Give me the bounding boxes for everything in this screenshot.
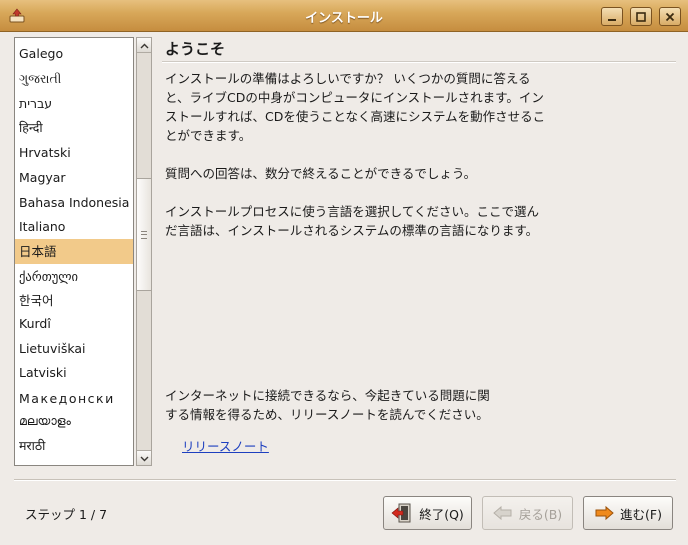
language-item-hebrew[interactable]: עברית bbox=[15, 91, 133, 116]
close-button[interactable] bbox=[659, 7, 681, 26]
release-line: インターネットに接続できるなら、今起きている問題に関 bbox=[165, 388, 490, 403]
language-item-hungarian[interactable]: Magyar bbox=[15, 165, 133, 190]
language-list[interactable]: Galego ગુજરાતી עברית हिन्दी Hrvatski Mag… bbox=[14, 37, 134, 466]
instruction-line: インストールプロセスに使う言語を選択してください。ここで選ん bbox=[165, 204, 540, 219]
chevron-up-icon bbox=[140, 38, 149, 52]
heading-divider bbox=[162, 61, 676, 63]
release-notes-link[interactable]: リリースノート bbox=[182, 436, 269, 455]
language-item-kurdish[interactable]: Kurdî bbox=[15, 311, 133, 336]
window-title: インストール bbox=[305, 11, 383, 26]
maximize-icon bbox=[636, 11, 646, 22]
language-item-croatian[interactable]: Hrvatski bbox=[15, 140, 133, 165]
welcome-line: と、ライブCDの中身がコンピュータにインストールされます。イン bbox=[165, 90, 544, 105]
back-button-label: 戻る(B) bbox=[518, 506, 563, 522]
next-button-label: 進む(F) bbox=[620, 506, 662, 522]
grip-icon bbox=[141, 230, 147, 239]
back-button-disabled[interactable]: 戻る(B) bbox=[482, 496, 573, 530]
language-item-lithuanian[interactable]: Lietuviškai bbox=[15, 336, 133, 361]
minimize-button[interactable] bbox=[601, 7, 623, 26]
page-heading: ようこそ bbox=[165, 40, 226, 58]
scroll-thumb[interactable] bbox=[137, 178, 151, 291]
instruction-line: だ言語は、インストールされるシステムの標準の言語になります。 bbox=[165, 223, 539, 238]
language-item-galego[interactable]: Galego bbox=[15, 41, 133, 66]
maximize-button[interactable] bbox=[630, 7, 652, 26]
language-item-marathi[interactable]: मराठी bbox=[15, 433, 133, 458]
language-item-latvian[interactable]: Latviski bbox=[15, 360, 133, 385]
quit-button[interactable]: 終了(Q) bbox=[383, 496, 472, 530]
chevron-down-icon bbox=[140, 451, 149, 465]
language-item-gujarati[interactable]: ગુજરાતી bbox=[15, 66, 133, 91]
welcome-paragraph: インストールの準備はよろしいですか？ いくつかの質問に答える と、ライブCDの中… bbox=[165, 69, 565, 145]
close-icon bbox=[665, 12, 675, 22]
welcome-line: インストールの準備はよろしいですか？ いくつかの質問に答える bbox=[165, 71, 531, 86]
next-button[interactable]: 進む(F) bbox=[583, 496, 673, 530]
welcome-line: とができます。 bbox=[165, 128, 252, 143]
language-item-japanese-selected[interactable]: 日本語 bbox=[15, 239, 133, 264]
release-line: する情報を得るため、リリースノートを読んでください。 bbox=[165, 407, 489, 422]
minimize-icon bbox=[607, 12, 617, 22]
duration-paragraph: 質問への回答は、数分で終えることができるでしょう。 bbox=[165, 166, 477, 181]
welcome-line: ストールすれば、CDを使うことなく高速にシステムを動作させるこ bbox=[165, 109, 546, 124]
language-item-malayalam[interactable]: മലയാളം bbox=[15, 408, 133, 433]
exit-door-icon bbox=[391, 502, 413, 524]
window-titlebar[interactable]: インストール bbox=[0, 0, 688, 32]
scroll-up-button[interactable] bbox=[137, 38, 151, 53]
language-instruction-paragraph: インストールプロセスに使う言語を選択してください。ここで選ん だ言語は、インスト… bbox=[165, 202, 565, 240]
language-item-korean[interactable]: 한국어 bbox=[15, 288, 133, 313]
step-indicator: ステップ 1 / 7 bbox=[25, 507, 108, 522]
arrow-left-icon bbox=[493, 505, 513, 521]
language-item-hindi[interactable]: हिन्दी bbox=[15, 115, 133, 140]
footer-separator bbox=[14, 479, 676, 481]
scroll-down-button[interactable] bbox=[137, 450, 151, 465]
language-list-scrollbar[interactable] bbox=[136, 37, 152, 466]
quit-button-label: 終了(Q) bbox=[419, 506, 464, 522]
language-item-indonesian[interactable]: Bahasa Indonesia bbox=[15, 190, 133, 215]
release-notes-paragraph: インターネットに接続できるなら、今起きている問題に関 する情報を得るため、リリー… bbox=[165, 386, 565, 424]
arrow-right-icon bbox=[594, 505, 614, 521]
language-item-georgian[interactable]: ქართული bbox=[15, 264, 133, 289]
language-item-italian[interactable]: Italiano bbox=[15, 214, 133, 239]
